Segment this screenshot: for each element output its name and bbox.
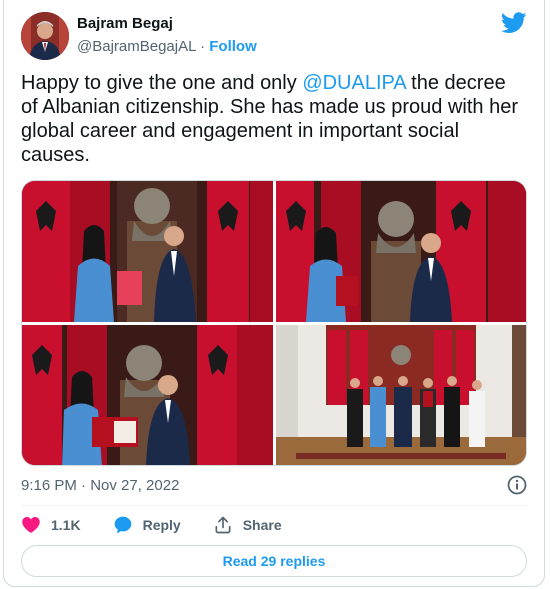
decree-handover-photo-1[interactable]: [22, 181, 273, 322]
tweet-timestamp[interactable]: 9:16 PM · Nov 27, 2022: [21, 477, 179, 494]
separator-dot: ·: [200, 38, 206, 55]
action-bar: 1.1K Reply Share: [21, 513, 314, 537]
group-photo-4[interactable]: [276, 325, 526, 465]
read-replies-button[interactable]: Read 29 replies: [21, 545, 527, 577]
like-button[interactable]: 1.1K: [21, 515, 81, 535]
author-handle[interactable]: @BajramBegajAL: [77, 38, 196, 55]
divider: [21, 505, 527, 506]
tweet-card: Bajram Begaj @BajramBegajAL · Follow Hap…: [3, 0, 545, 587]
twitter-bird-icon[interactable]: [501, 12, 527, 34]
author-handle-row: @BajramBegajAL · Follow: [77, 38, 257, 55]
decree-handover-photo-3[interactable]: [22, 325, 273, 465]
reply-bubble-icon: [114, 516, 131, 534]
like-count: 1.1K: [51, 517, 81, 533]
media-grid: [21, 180, 527, 466]
reply-label: Reply: [142, 517, 181, 533]
decree-handover-photo-2[interactable]: [276, 181, 526, 322]
info-icon[interactable]: [506, 474, 528, 496]
heart-icon: [22, 517, 40, 533]
reply-button[interactable]: Reply: [113, 515, 181, 535]
author-name[interactable]: Bajram Begaj: [77, 15, 173, 32]
tweet-text: Happy to give the one and only @DUALIPA …: [21, 71, 526, 167]
follow-button[interactable]: Follow: [209, 38, 257, 55]
avatar[interactable]: [21, 12, 69, 60]
mention-link[interactable]: @DUALIPA: [302, 72, 405, 94]
share-label: Share: [242, 517, 282, 533]
tweet-text-start: Happy to give the one and only: [21, 72, 303, 94]
share-icon: [215, 516, 231, 534]
share-button[interactable]: Share: [213, 515, 282, 535]
